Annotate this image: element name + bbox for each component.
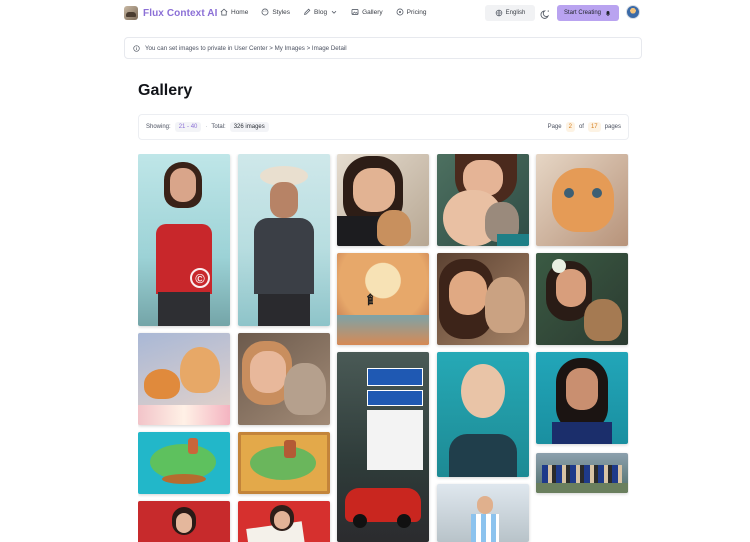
- private-images-notice: You can set images to private in User Ce…: [124, 37, 642, 59]
- separator-dot: ·: [205, 124, 208, 130]
- gallery-image[interactable]: [536, 352, 628, 444]
- gallery-image[interactable]: [138, 501, 230, 542]
- gallery-image[interactable]: [238, 154, 330, 326]
- gallery-image[interactable]: [536, 253, 628, 345]
- current-page-badge: 2: [565, 122, 575, 132]
- nav-blog[interactable]: Blog: [303, 8, 338, 16]
- nav-home-label: Home: [231, 8, 249, 16]
- home-icon: [220, 8, 228, 16]
- gallery-image[interactable]: [437, 154, 529, 246]
- total-images-count: 326 images: [229, 122, 269, 132]
- info-icon: [133, 44, 140, 52]
- image-gallery-grid: © ⻞: [138, 154, 629, 542]
- pages-label: pages: [604, 124, 621, 130]
- showing-range: 21 - 40: [174, 122, 202, 132]
- notice-text: You can set images to private in User Ce…: [145, 44, 347, 52]
- nav-styles-label: Styles: [272, 8, 291, 16]
- brand-name: Flux Context AI: [143, 7, 218, 19]
- gallery-image[interactable]: [437, 253, 529, 345]
- nav-pricing[interactable]: Pricing: [396, 8, 427, 16]
- total-pages-badge: 17: [587, 122, 601, 132]
- nav-gallery[interactable]: Gallery: [351, 8, 383, 16]
- gallery-image[interactable]: [536, 453, 628, 493]
- gallery-image[interactable]: ⻞: [337, 253, 429, 345]
- nav-gallery-label: Gallery: [362, 8, 383, 16]
- main-nav: Home Styles Blog Gallery Pricing: [220, 8, 427, 16]
- gallery-image[interactable]: ©: [138, 154, 230, 326]
- language-label: English: [505, 10, 526, 16]
- gallery-image[interactable]: [437, 484, 529, 542]
- bell-icon: [604, 9, 612, 17]
- gallery-image[interactable]: [337, 352, 429, 542]
- nav-styles[interactable]: Styles: [261, 8, 290, 16]
- gallery-image[interactable]: [238, 432, 330, 494]
- gallery-image[interactable]: [138, 333, 230, 425]
- gallery-image[interactable]: [536, 154, 628, 246]
- gallery-image[interactable]: [337, 154, 429, 246]
- palette-icon: [261, 8, 269, 16]
- brand-logo: [124, 6, 138, 20]
- start-creating-label: Start Creating: [563, 10, 602, 16]
- nav-pricing-label: Pricing: [406, 8, 427, 16]
- calligraphy-glyph: ⻞: [367, 293, 380, 307]
- image-icon: [351, 8, 359, 16]
- nav-home[interactable]: Home: [220, 8, 248, 16]
- copyright-watermark-icon: ©: [190, 268, 210, 288]
- showing-label: Showing:: [146, 124, 171, 130]
- chevron-down-icon: [330, 8, 338, 16]
- tag-icon: [396, 8, 404, 16]
- page-title: Gallery: [138, 82, 193, 99]
- gallery-stats-bar: Showing: 21 - 40 · Total: 326 images Pag…: [138, 114, 629, 140]
- of-label: of: [578, 124, 584, 130]
- brand[interactable]: Flux Context AI: [124, 6, 217, 20]
- user-avatar[interactable]: [626, 5, 640, 19]
- pen-icon: [303, 8, 311, 16]
- gallery-image[interactable]: [238, 333, 330, 425]
- top-navbar: Flux Context AI Home Styles Blog Gallery…: [0, 0, 750, 28]
- globe-icon: [495, 9, 503, 17]
- gallery-image[interactable]: [437, 352, 529, 477]
- total-label: Total:: [211, 124, 226, 130]
- nav-blog-label: Blog: [314, 8, 328, 16]
- page-label: Page: [547, 124, 562, 130]
- language-selector[interactable]: English: [485, 5, 535, 21]
- gallery-image[interactable]: [238, 501, 330, 542]
- theme-toggle-icon[interactable]: [540, 7, 551, 19]
- start-creating-button[interactable]: Start Creating: [557, 5, 619, 21]
- gallery-image[interactable]: [138, 432, 230, 494]
